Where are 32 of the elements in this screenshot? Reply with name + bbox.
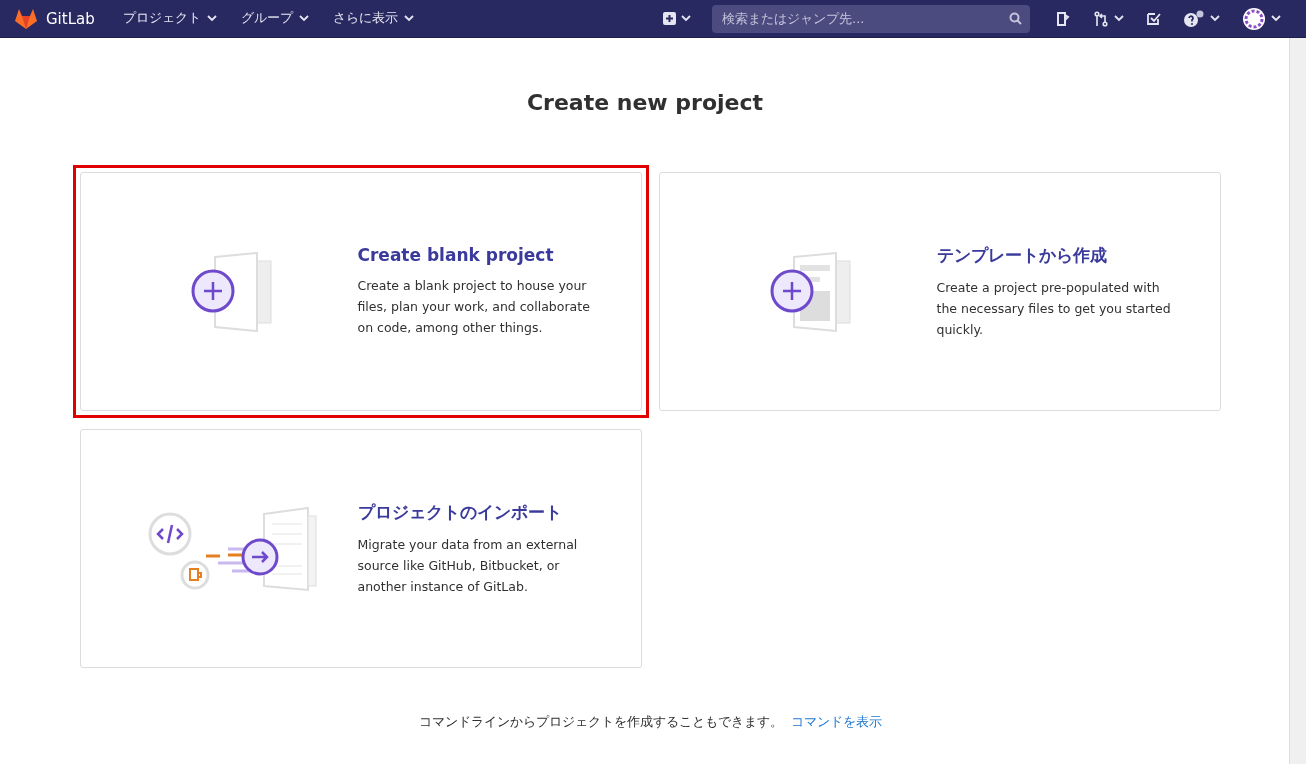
card-description: Create a blank project to house your files, plan your work, and collaborate on code, among other things.: [357, 277, 591, 337]
show-command-link[interactable]: コマンドを表示: [790, 713, 882, 731]
card-title: Create blank project: [357, 245, 555, 265]
nav-menu[interactable]: グループ: [234, 6, 315, 31]
plus-square-icon: [663, 12, 676, 25]
chevron-down-icon: [681, 15, 691, 22]
search-icon: [1009, 12, 1022, 25]
nav-menu[interactable]: プロジェクト: [116, 6, 223, 31]
chevron-down-icon: [1271, 15, 1281, 22]
footer-text: コマンドラインからプロジェクトを作成することもできます。: [418, 713, 783, 731]
chevron-down-icon: [403, 15, 414, 22]
nav-menu[interactable]: さらに表示: [326, 6, 420, 31]
fox-logo-icon[interactable]: [14, 7, 38, 30]
brand-name[interactable]: GitLab: [46, 9, 95, 28]
scrollbar[interactable]: [1289, 38, 1306, 764]
search-bar[interactable]: 検索またはジャンプ先...: [712, 4, 1030, 33]
checkbox-icon: [1146, 11, 1161, 26]
search-input[interactable]: 検索またはジャンプ先...: [720, 10, 1009, 27]
card-description: Create a project pre-populated with the necessary files to get you started quickly.: [936, 278, 1172, 339]
card-description: Migrate your data from an external source like GitHub, Bitbucket, or another instance of GitLab.: [357, 535, 579, 596]
chevron-down-icon: [1114, 15, 1124, 22]
avatar-icon: [1242, 6, 1266, 31]
project-option-card[interactable]: Create blank project Create a blank project to house your files, plan your work, and collaborate on code, among other things.: [72, 165, 649, 418]
chevron-down-icon: [1210, 15, 1220, 22]
card-title: プロジェクトのインポート: [357, 500, 563, 524]
page-title: Create new project: [526, 90, 764, 115]
chevron-down-icon: [298, 15, 309, 22]
chevron-down-icon: [206, 15, 217, 22]
help-icon: [1183, 9, 1205, 28]
card-title: テンプレートから作成: [936, 243, 1108, 267]
issues-icon: [1055, 10, 1071, 27]
merge-request-icon: [1093, 10, 1109, 27]
